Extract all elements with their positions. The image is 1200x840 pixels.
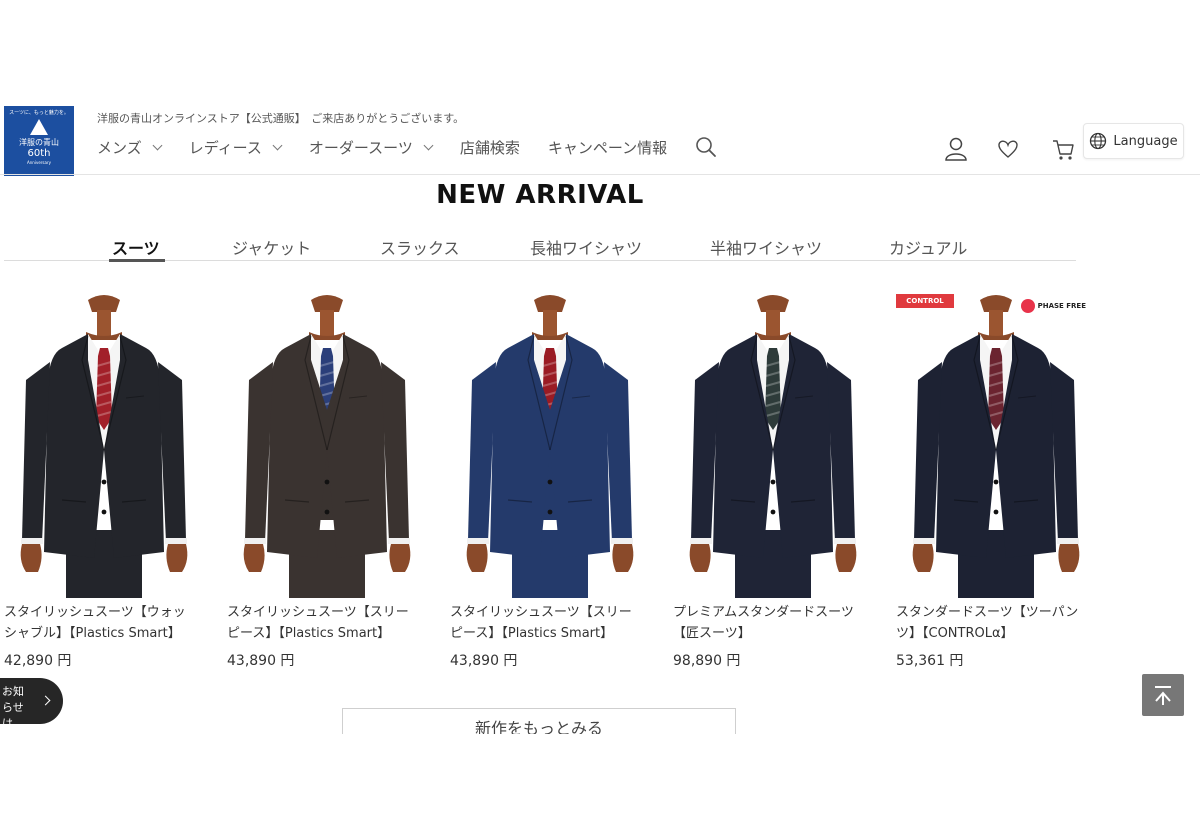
product-image[interactable]: [4, 290, 204, 600]
product-price: 43,890 円: [450, 653, 518, 669]
product-image[interactable]: [673, 290, 873, 600]
product-name[interactable]: スタイリッシュスーツ【スリーピース】【Plastics Smart】: [227, 602, 413, 644]
notice-label: お知らせは こちら: [2, 685, 24, 762]
product-price: 42,890 円: [4, 653, 72, 669]
product-card[interactable]: スタイリッシュスーツ【ウォッシャブル】【Plastics Smart】 42,8…: [4, 290, 204, 670]
nav-item-label: 店舗検索: [459, 138, 520, 157]
logo-name: 洋服の青山: [19, 138, 59, 147]
tab-casual[interactable]: カジュアル: [889, 235, 967, 259]
chevron-down-icon: [423, 140, 434, 150]
category-tabs: スーツ ジャケット スラックス 長袖ワイシャツ 半袖ワイシャツ カジュアル: [4, 230, 1076, 261]
product-card[interactable]: CONTROL PHASE FREE スタンダードスーツ【ツーパンツ】【CONT…: [896, 290, 1096, 670]
tab-suits[interactable]: スーツ: [112, 235, 160, 259]
nav-item-label: オーダースーツ: [308, 138, 413, 157]
chevron-right-icon: [40, 695, 51, 706]
logo-tagline: スーツに、もっと魅力を。: [9, 110, 69, 116]
tab-jackets[interactable]: ジャケット: [232, 235, 311, 259]
main-nav: メンズ レディース オーダースーツ 店舗検索 キャンペーン情報: [97, 136, 717, 158]
nav-item-label: レディース: [188, 138, 262, 157]
nav-item-ladies[interactable]: レディース: [188, 137, 283, 158]
nav-item-label: キャンペーン情報: [547, 138, 668, 157]
store-title: 洋服の青山オンラインストア【公式通販】 ご来店ありがとうございます。: [97, 112, 465, 125]
heart-icon[interactable]: [995, 136, 1021, 162]
product-price: 53,361 円: [896, 653, 964, 669]
product-image[interactable]: CONTROL PHASE FREE: [896, 290, 1096, 600]
tab-slacks[interactable]: スラックス: [380, 235, 460, 259]
nav-item-label: メンズ: [97, 138, 142, 157]
back-to-top-button[interactable]: [1142, 674, 1184, 716]
anniversary-sub: Anniversary: [27, 160, 51, 165]
tab-long-sleeve-shirts[interactable]: 長袖ワイシャツ: [530, 235, 642, 259]
product-image[interactable]: [227, 290, 427, 600]
header-divider: [0, 174, 1200, 175]
search-icon[interactable]: [695, 136, 717, 158]
product-name[interactable]: スタンダードスーツ【ツーパンツ】【CONTROLα】: [896, 602, 1082, 644]
viewport-bottom-area: [0, 734, 1200, 840]
product-price: 98,890 円: [673, 653, 741, 669]
phase-free-logo-icon: [1020, 299, 1035, 313]
anniversary-label: 60th: [27, 148, 51, 159]
language-label: Language: [1113, 133, 1178, 149]
nav-item-campaign[interactable]: キャンペーン情報: [548, 137, 667, 158]
product-card[interactable]: スタイリッシュスーツ【スリーピース】【Plastics Smart】 43,89…: [450, 290, 650, 670]
product-card[interactable]: プレミアムスタンダードスーツ【匠スーツ】 98,890 円: [673, 290, 873, 670]
product-image[interactable]: [450, 290, 650, 600]
nav-item-store-search[interactable]: 店舗検索: [460, 137, 520, 158]
phase-free-label: PHASE FREE: [1037, 302, 1086, 310]
language-button[interactable]: Language: [1083, 123, 1184, 159]
tab-short-sleeve-shirts[interactable]: 半袖ワイシャツ: [710, 235, 822, 259]
product-name[interactable]: スタイリッシュスーツ【スリーピース】【Plastics Smart】: [450, 602, 636, 644]
product-name[interactable]: スタイリッシュスーツ【ウォッシャブル】【Plastics Smart】: [4, 602, 190, 644]
chevron-down-icon: [272, 140, 283, 150]
active-tab-indicator: [109, 259, 165, 262]
product-card[interactable]: スタイリッシュスーツ【スリーピース】【Plastics Smart】 43,89…: [227, 290, 427, 670]
globe-icon: [1090, 132, 1107, 150]
notice-floating-button[interactable]: お知らせは こちら: [0, 678, 63, 762]
product-price: 43,890 円: [227, 653, 295, 669]
back-to-top-icon: [1155, 686, 1171, 705]
brand-logo[interactable]: スーツに、もっと魅力を。 洋服の青山 60th Anniversary: [4, 106, 74, 176]
user-icon[interactable]: [943, 136, 969, 162]
nav-item-mens[interactable]: メンズ: [97, 137, 163, 158]
nav-item-order-suits[interactable]: オーダースーツ: [308, 137, 434, 158]
phase-free-badge: PHASE FREE: [1020, 296, 1086, 316]
product-name[interactable]: プレミアムスタンダードスーツ【匠スーツ】: [673, 602, 859, 644]
cart-icon[interactable]: [1050, 136, 1076, 162]
chevron-down-icon: [152, 140, 163, 150]
section-title: NEW ARRIVAL: [436, 180, 644, 210]
control-badge: CONTROL: [896, 294, 954, 308]
logo-mark-icon: [30, 119, 48, 135]
